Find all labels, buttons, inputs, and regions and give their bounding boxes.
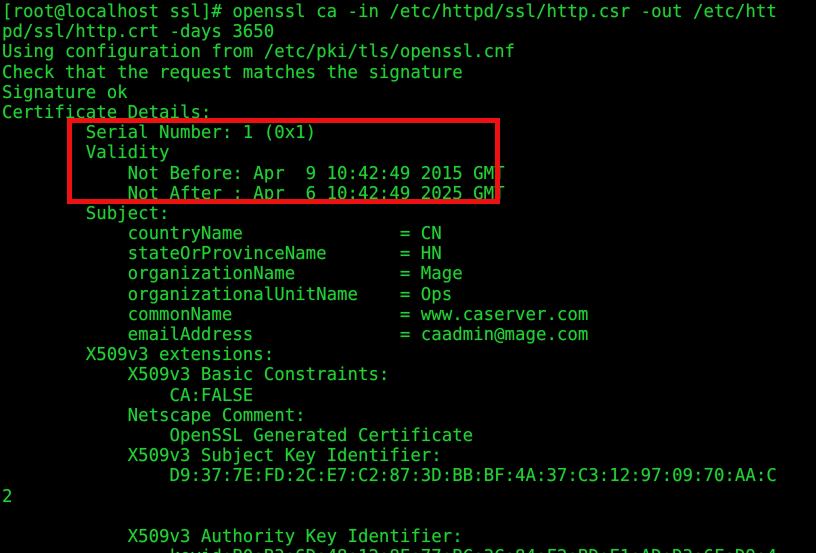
terminal-line-email-address: emailAddress = caadmin@mage.com — [2, 325, 589, 345]
terminal-line-authority-key-hex: keyid:B0:B3:6D:48:12:8E:77:BC:3C:84:F2:B… — [2, 547, 816, 553]
terminal-line: [root@localhost ssl]# openssl ca -in /et… — [2, 2, 777, 22]
terminal-line-validity: Validity — [2, 143, 170, 164]
terminal-line-subject-key-hex: D9:37:7E:FD:2C:E7:C2:87:3D:BB:BF:4A:37:C… — [2, 466, 777, 487]
terminal-line-organization-name: organizationName = Mage — [2, 264, 463, 285]
terminal-line: Signature ok — [2, 82, 128, 103]
terminal-line-state-name: stateOrProvinceName = HN — [2, 244, 442, 265]
terminal-line-netscape-comment: Netscape Comment: — [2, 405, 306, 426]
terminal-line: Certificate Details: — [2, 102, 212, 123]
terminal-line: Check that the request matches the signa… — [2, 62, 463, 83]
terminal-line-organizational-unit-name: organizationalUnitName = Ops — [2, 284, 453, 305]
terminal-line-subject-key-identifier: X509v3 Subject Key Identifier: — [2, 446, 442, 467]
terminal-window[interactable]: [root@localhost ssl]# openssl ca -in /et… — [0, 0, 816, 553]
terminal-line-common-name: commonName = www.caserver.com — [2, 304, 589, 325]
terminal-line: pd/ssl/http.crt -days 3650 — [2, 22, 275, 43]
terminal-line-not-after: Not After : Apr 6 10:42:49 2025 GMT — [2, 183, 505, 204]
terminal-line-extensions: X509v3 extensions: — [2, 345, 275, 366]
terminal-line: Using configuration from /etc/pki/tls/op… — [2, 42, 516, 63]
terminal-line-subject-key-hex-wrap: 2 — [2, 486, 13, 507]
terminal-line-authority-key-identifier: X509v3 Authority Key Identifier: — [2, 526, 463, 547]
terminal-output: [root@localhost ssl]# openssl ca -in /et… — [0, 0, 816, 553]
terminal-line-serial-number: Serial Number: 1 (0x1) — [2, 123, 317, 144]
terminal-line-not-before: Not Before: Apr 9 10:42:49 2015 GMT — [2, 163, 505, 184]
terminal-line-country-name: countryName = CN — [2, 224, 442, 245]
terminal-line-subject: Subject: — [2, 203, 170, 224]
terminal-line-basic-constraints: X509v3 Basic Constraints: — [2, 365, 390, 386]
terminal-line-ca-false: CA:FALSE — [2, 385, 254, 406]
terminal-line-generated-certificate: OpenSSL Generated Certificate — [2, 425, 474, 446]
